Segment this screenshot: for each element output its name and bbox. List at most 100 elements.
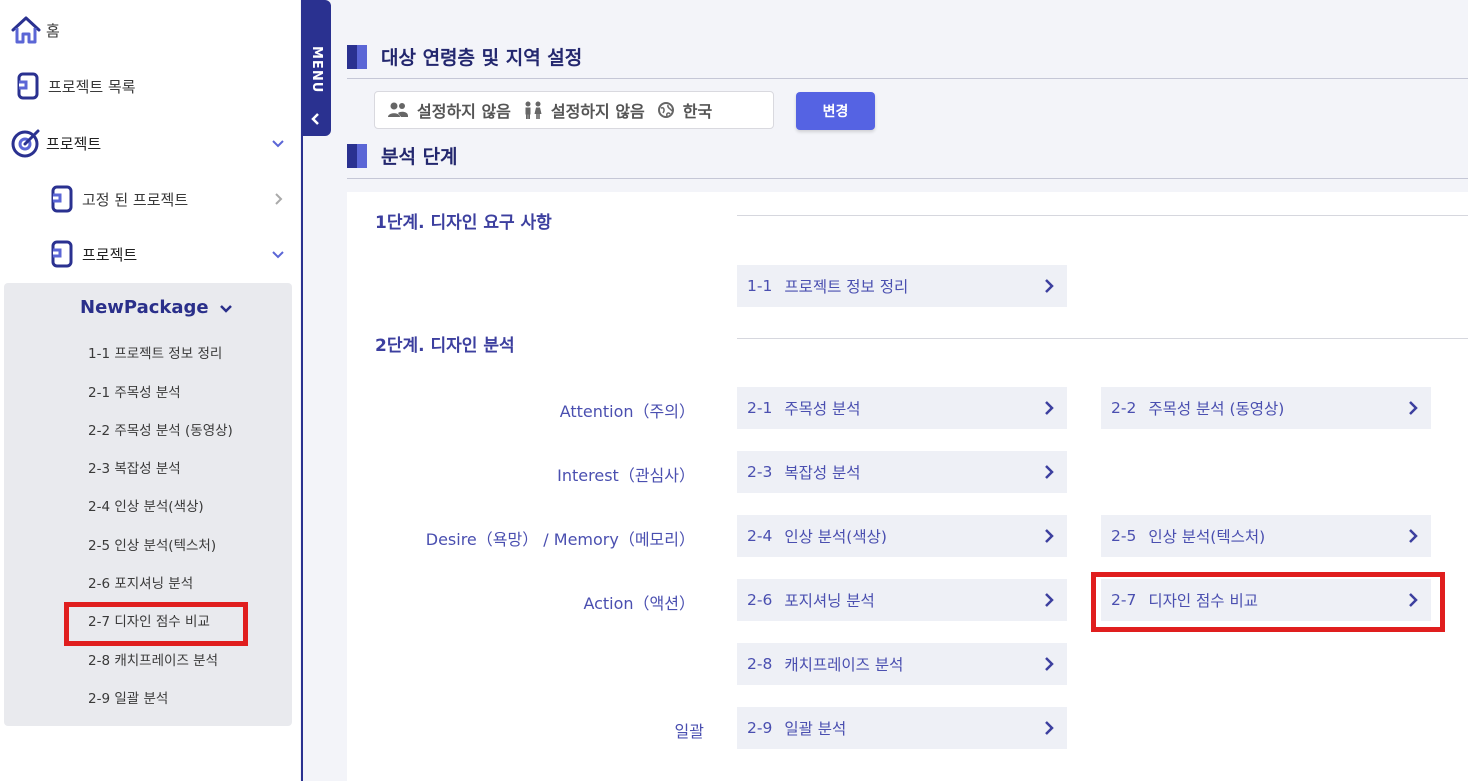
section-marker xyxy=(347,44,367,69)
nav-project-sub[interactable]: 프로젝트 xyxy=(0,234,300,274)
step-label: 디자인 점수 비교 xyxy=(1148,592,1259,610)
chevron-right-icon xyxy=(1045,593,1054,607)
section-divider xyxy=(347,178,1468,179)
chevron-left-icon xyxy=(311,113,319,125)
step-label: 포지셔닝 분석 xyxy=(784,592,875,610)
nav-project-list-label: 프로젝트 목록 xyxy=(48,77,136,96)
chevron-right-icon xyxy=(1045,465,1054,479)
stage-divider xyxy=(737,338,1468,339)
chevron-right-icon xyxy=(275,193,283,205)
step-1-1-button[interactable]: 1-1 프로젝트 정보 정리 xyxy=(737,265,1067,307)
step-label: 복잡성 분석 xyxy=(784,464,861,482)
step-2-7-button[interactable]: 2-7 디자인 점수 비교 xyxy=(1101,579,1431,621)
nav-project[interactable]: 프로젝트 xyxy=(0,123,300,163)
row-label-action: Action（액션） xyxy=(583,594,695,613)
nav-pinned-projects-label: 고정 된 프로젝트 xyxy=(82,190,189,209)
step-2-8-button[interactable]: 2-8 캐치프레이즈 분석 xyxy=(737,643,1067,685)
row-label-attention: Attention（주의） xyxy=(559,402,695,421)
analysis-section-title: 분석 단계 xyxy=(381,146,458,168)
package-title[interactable]: NewPackage xyxy=(80,297,233,318)
nav-home[interactable]: 홈 xyxy=(0,10,300,50)
step-code: 2-1 xyxy=(747,399,773,417)
step-label: 프로젝트 정보 정리 xyxy=(784,278,909,296)
step-label: 캐치프레이즈 분석 xyxy=(784,656,904,674)
gender-setting-value: 설정하지 않음 xyxy=(550,102,645,121)
nav-pinned-projects[interactable]: 고정 된 프로젝트 xyxy=(0,179,300,219)
sidebar: 홈 프로젝트 목록 프로젝트 고정 된 프로젝트 프로젝트 NewPackage xyxy=(0,0,300,781)
package-item[interactable]: 2-6 포지셔닝 분석 xyxy=(88,572,193,592)
region-setting: 한국 xyxy=(657,98,712,122)
chevron-down-icon xyxy=(272,140,284,148)
step-code: 2-8 xyxy=(747,655,773,673)
step-code: 2-2 xyxy=(1111,399,1137,417)
main-content: 대상 연령층 및 지역 설정 설정하지 않음 설정하지 않음 한국 변경 분석 … xyxy=(331,0,1468,781)
package-item[interactable]: 2-5 인상 분석(텍스처) xyxy=(88,534,216,554)
package-name: NewPackage xyxy=(80,297,209,318)
package-item[interactable]: 2-9 일괄 분석 xyxy=(88,687,168,707)
step-code: 1-1 xyxy=(747,277,773,295)
nav-home-label: 홈 xyxy=(46,21,60,40)
package-item[interactable]: 2-8 캐치프레이즈 분석 xyxy=(88,649,218,669)
step-code: 2-4 xyxy=(747,527,773,545)
step-code: 2-6 xyxy=(747,591,773,609)
nav-project-list[interactable]: 프로젝트 목록 xyxy=(0,66,300,106)
step-label: 일괄 분석 xyxy=(784,720,847,738)
chevron-right-icon xyxy=(1045,721,1054,735)
step-2-9-button[interactable]: 2-9 일괄 분석 xyxy=(737,707,1067,749)
row-label-interest: Interest（관심사） xyxy=(557,466,695,485)
package-item[interactable]: 2-2 주목성 분석 (동영상) xyxy=(88,419,233,439)
region-setting-value: 한국 xyxy=(682,102,713,121)
project-icon xyxy=(46,238,78,270)
package-item[interactable]: 1-1 프로젝트 정보 정리 xyxy=(88,342,222,362)
package-item-2-7[interactable]: 2-7 디자인 점수 비교 xyxy=(88,610,210,630)
step-label: 인상 분석(텍스처) xyxy=(1148,528,1266,546)
menu-toggle-label: MENU xyxy=(309,46,324,94)
step-label: 인상 분석(색상) xyxy=(784,528,887,546)
analysis-steps-panel: 1단계. 디자인 요구 사항 1-1 프로젝트 정보 정리 2단계. 디자인 분… xyxy=(347,192,1468,781)
section-marker xyxy=(347,143,367,168)
target-icon xyxy=(10,127,42,159)
globe-icon xyxy=(657,102,674,118)
target-section-header: 대상 연령층 및 지역 설정 xyxy=(347,43,582,70)
age-setting-value: 설정하지 않음 xyxy=(417,102,511,121)
row-label-desire-memory: Desire（욕망） / Memory（메모리） xyxy=(425,530,695,549)
menu-toggle[interactable]: MENU xyxy=(301,0,331,136)
chevron-right-icon xyxy=(1409,529,1418,543)
nav-project-label: 프로젝트 xyxy=(46,134,102,153)
chevron-down-icon xyxy=(272,251,284,259)
stage-divider xyxy=(737,215,1468,216)
chevron-right-icon xyxy=(1045,279,1054,293)
pinned-project-icon xyxy=(46,183,78,215)
target-filter-summary: 설정하지 않음 설정하지 않음 한국 xyxy=(374,91,774,129)
step-label: 주목성 분석 (동영상) xyxy=(1148,400,1285,418)
chevron-down-icon xyxy=(219,304,232,313)
chevron-right-icon xyxy=(1045,529,1054,543)
step-2-5-button[interactable]: 2-5 인상 분석(텍스처) xyxy=(1101,515,1431,557)
row-label-batch: 일괄 xyxy=(674,722,704,741)
step-label: 주목성 분석 xyxy=(784,400,861,418)
target-section-title: 대상 연령층 및 지역 설정 xyxy=(381,47,583,69)
people-icon xyxy=(388,102,408,117)
step-2-2-button[interactable]: 2-2 주목성 분석 (동영상) xyxy=(1101,387,1431,429)
step-2-6-button[interactable]: 2-6 포지셔닝 분석 xyxy=(737,579,1067,621)
package-item[interactable]: 2-3 복잡성 분석 xyxy=(88,457,181,477)
package-item[interactable]: 2-1 주목성 분석 xyxy=(88,381,181,401)
package-panel: NewPackage 1-1 프로젝트 정보 정리 2-1 주목성 분석 2-2… xyxy=(4,283,292,726)
age-setting: 설정하지 않음 xyxy=(387,98,511,122)
section-divider xyxy=(347,78,1468,79)
chevron-right-icon xyxy=(1409,401,1418,415)
stage2-title: 2단계. 디자인 분석 xyxy=(375,336,515,356)
chevron-right-icon xyxy=(1045,401,1054,415)
home-icon xyxy=(10,14,42,46)
package-item[interactable]: 2-4 인상 분석(색상) xyxy=(88,495,204,515)
gender-icon xyxy=(525,101,542,119)
step-2-1-button[interactable]: 2-1 주목성 분석 xyxy=(737,387,1067,429)
chevron-right-icon xyxy=(1045,657,1054,671)
project-list-icon xyxy=(12,70,44,102)
step-code: 2-9 xyxy=(747,719,773,737)
step-2-3-button[interactable]: 2-3 복잡성 분석 xyxy=(737,451,1067,493)
step-code: 2-7 xyxy=(1111,591,1137,609)
step-2-4-button[interactable]: 2-4 인상 분석(색상) xyxy=(737,515,1067,557)
change-button[interactable]: 변경 xyxy=(796,92,875,130)
nav-project-sub-label: 프로젝트 xyxy=(82,245,138,264)
